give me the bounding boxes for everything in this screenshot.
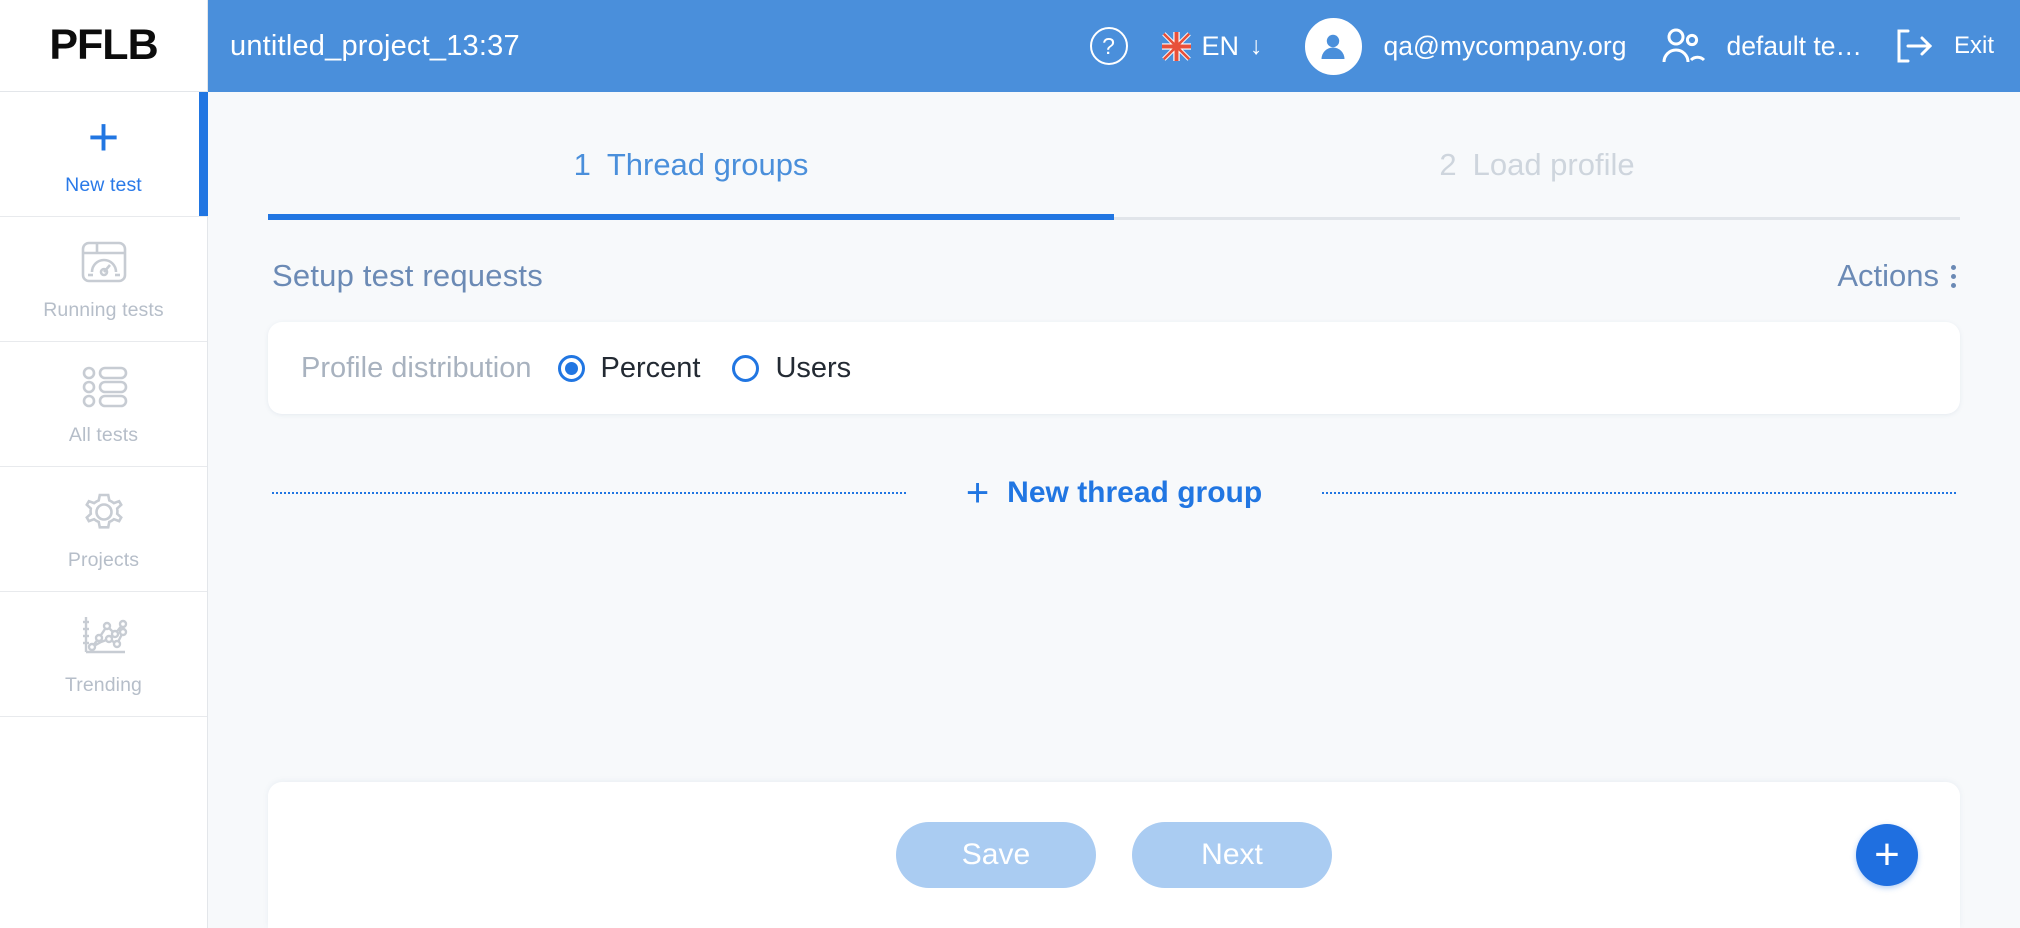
radio-label: Users: [775, 351, 852, 384]
sidebar-item-new-test[interactable]: + New test: [0, 92, 208, 217]
sidebar-item-running-tests[interactable]: Running tests: [0, 217, 207, 342]
sidebar-item-trending[interactable]: Trending: [0, 592, 207, 717]
question-mark-circle-icon[interactable]: ?: [1089, 27, 1128, 65]
logout-arrow-icon[interactable]: [1892, 26, 1936, 66]
exit-button[interactable]: Exit: [1954, 32, 1994, 60]
user-icon: [1321, 34, 1345, 59]
add-floating-action-button[interactable]: +: [1856, 824, 1918, 886]
tab-label: Thread groups: [606, 147, 809, 182]
sidebar-item-projects[interactable]: Projects: [0, 467, 207, 592]
radio-button-percent[interactable]: [557, 354, 585, 382]
dotted-divider-right: [1322, 492, 1956, 494]
line-chart-icon: [79, 611, 129, 663]
actions-menu-button[interactable]: Actions: [1837, 258, 1956, 294]
tab-load-profile[interactable]: 2 Load profile: [1114, 92, 1960, 220]
main-column: untitled_project_13:37 ? EN ↓ qa@mycompa…: [208, 0, 2020, 928]
sidebar-item-all-tests[interactable]: All tests: [0, 342, 207, 467]
sidebar-item-label: Projects: [67, 549, 140, 571]
uk-flag-icon: [1161, 31, 1191, 61]
language-selector[interactable]: EN ↓: [1161, 30, 1263, 62]
save-button[interactable]: Save: [896, 822, 1096, 888]
footer-action-panel: Save Next +: [268, 782, 1960, 928]
radio-option-users[interactable]: Users: [732, 352, 851, 385]
project-title[interactable]: untitled_project_13:37: [230, 30, 520, 63]
tab-label: Load profile: [1472, 147, 1635, 182]
brand-logo: PFLB: [0, 0, 207, 92]
tab-active-indicator: [268, 214, 1114, 220]
tab-thread-groups[interactable]: 1 Thread groups: [268, 92, 1114, 220]
actions-label: Actions: [1837, 258, 1939, 293]
dotted-divider-left: [272, 492, 906, 494]
profile-distribution-label: Profile distribution: [301, 351, 532, 384]
profile-distribution-card: Profile distribution Percent Users: [268, 322, 1960, 414]
plus-icon: +: [87, 107, 120, 167]
sidebar-item-label: Running tests: [43, 299, 164, 321]
logo-text: PFLB: [49, 21, 158, 69]
gear-icon: [79, 486, 129, 538]
avatar[interactable]: [1304, 17, 1362, 75]
app-root: PFLB + New test Running tests All tests …: [0, 0, 2020, 928]
vertical-dots-icon: [1951, 264, 1956, 288]
bulleted-list-icon: [79, 361, 129, 413]
user-email[interactable]: qa@mycompany.org: [1384, 31, 1627, 62]
new-thread-group-label: New thread group: [1007, 476, 1263, 509]
sidebar-item-label: New test: [65, 174, 142, 196]
tab-number: 2: [1439, 147, 1457, 182]
plus-icon: +: [1874, 830, 1900, 879]
plus-icon: +: [965, 471, 990, 515]
sidebar-item-label: All tests: [68, 424, 139, 446]
team-name[interactable]: default te…: [1726, 31, 1862, 62]
page-title: Setup test requests: [272, 258, 543, 293]
tab-number: 1: [573, 147, 591, 182]
radio-button-users[interactable]: [732, 354, 760, 382]
wizard-tabs: 1 Thread groups 2 Load profile: [268, 92, 1960, 220]
gauge-window-icon: [79, 236, 129, 288]
sidebar-item-label: Trending: [64, 674, 143, 696]
new-thread-group-button[interactable]: + New thread group: [965, 471, 1263, 515]
radio-label: Percent: [600, 351, 701, 384]
radio-option-percent[interactable]: Percent: [557, 351, 701, 385]
sidebar: PFLB + New test Running tests All tests …: [0, 0, 208, 928]
chevron-down-icon: ↓: [1250, 31, 1263, 60]
next-button[interactable]: Next: [1132, 822, 1332, 888]
section-header: Setup test requests Actions: [268, 220, 1960, 322]
language-code: EN: [1201, 30, 1240, 61]
new-thread-group-row: + New thread group: [268, 471, 1960, 515]
top-header-bar: untitled_project_13:37 ? EN ↓ qa@mycompa…: [208, 0, 2020, 92]
people-group-icon[interactable]: [1660, 26, 1706, 66]
content-area: 1 Thread groups 2 Load profile Setup tes…: [208, 92, 2020, 928]
